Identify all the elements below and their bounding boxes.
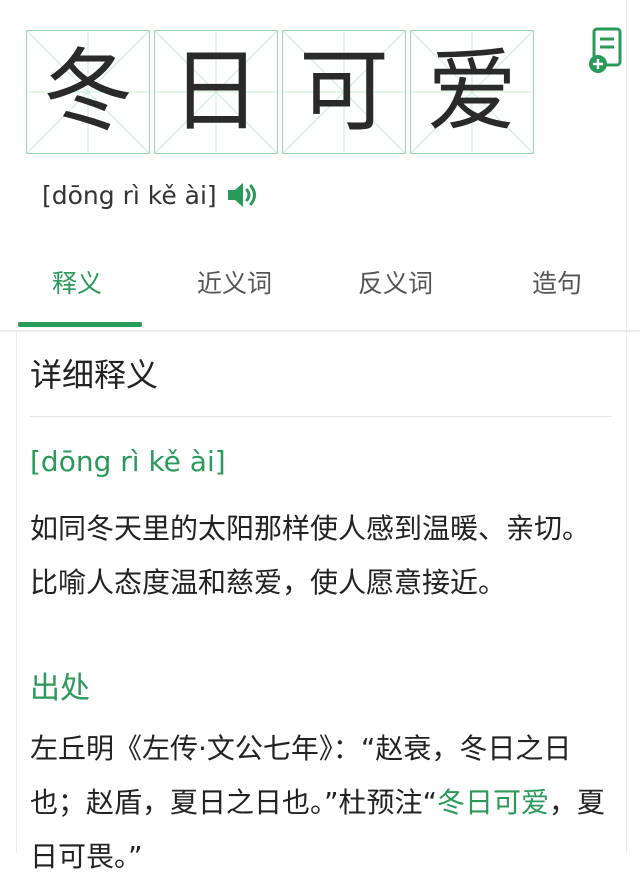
char-box: 冬 xyxy=(26,30,150,154)
source-heading: 出处 xyxy=(30,671,90,706)
character-grid: 冬 日 可 爱 xyxy=(26,30,534,154)
source-text: 左丘明《左传·文公七年》：“赵衰，冬日之日也；赵盾，夏日之日也。”杜预注“冬日可… xyxy=(30,722,610,884)
divider xyxy=(30,416,612,417)
character: 爱 xyxy=(427,39,517,144)
definition-pinyin: [dōng rì kě ài] xyxy=(30,445,226,478)
tab-definition[interactable]: 释义 xyxy=(52,264,102,300)
word-header: 冬 日 可 爱 [dōng rì kě ài] 释义 近义词 反义词 造句 xyxy=(0,0,640,332)
active-tab-indicator xyxy=(18,322,142,327)
content-border-left xyxy=(16,330,17,853)
content-border-right xyxy=(626,0,627,853)
pinyin-text: [dōng rì kě ài] xyxy=(42,180,217,210)
pinyin-row: [dōng rì kě ài] xyxy=(42,180,259,210)
section-title: 详细释义 xyxy=(30,356,159,394)
definition-text: 如同冬天里的太阳那样使人感到温暖、亲切。比喻人态度温和慈爱，使人愿意接近。 xyxy=(30,512,591,599)
tab-bar: 释义 近义词 反义词 造句 xyxy=(0,250,640,330)
character: 可 xyxy=(299,39,389,144)
character: 冬 xyxy=(43,39,133,144)
tab-synonyms[interactable]: 近义词 xyxy=(197,264,272,300)
note-add-icon[interactable] xyxy=(586,26,626,74)
char-box: 日 xyxy=(154,30,278,154)
tab-example-sentences[interactable]: 造句 xyxy=(532,264,582,300)
source-highlight-link[interactable]: 冬日可爱 xyxy=(437,786,549,819)
char-box: 爱 xyxy=(410,30,534,154)
char-box: 可 xyxy=(282,30,406,154)
tab-antonyms[interactable]: 反义词 xyxy=(358,264,433,300)
character: 日 xyxy=(171,39,261,144)
speaker-icon[interactable] xyxy=(225,180,259,210)
